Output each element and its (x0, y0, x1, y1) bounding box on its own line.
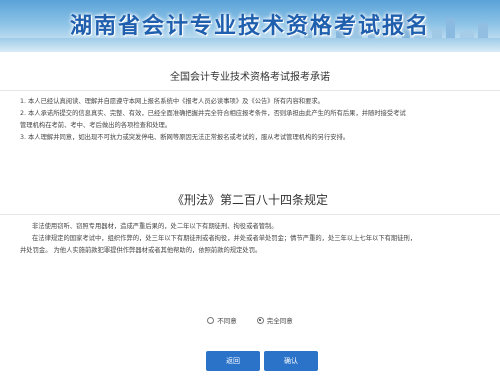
law-line-1: 非法使用窃听、窃照专用器材，造成严重后果的，处二年以下有期徒刑、拘役或者管制。 (32, 223, 278, 230)
pledge-line-4: 3. 本人理解并同意，如出现不可抗力或突发停电、断网等原因无法正常报名或考试的，… (20, 134, 350, 141)
pledge-line-1: 1. 本人已经认真阅读、理解并自愿遵守本网上报名系统中《报考人员必读事项》及《公… (20, 98, 324, 105)
pledge-text: 1. 本人已经认真阅读、理解并自愿遵守本网上报名系统中《报考人员必读事项》及《公… (20, 96, 482, 144)
disagree-label: 不同意 (217, 317, 237, 325)
agree-radio[interactable]: 完全同意 (256, 314, 293, 326)
pledge-heading: 全国会计专业技术资格考试报考承诺 (170, 72, 330, 83)
law-line-3: 并处罚金。 为他人实施前款犯罪提供作弊器材或者其他帮助的，依照前款的规定处罚。 (20, 247, 262, 254)
law-line-2: 在法律规定的国家考试中，组织作弊的，处三年以下有期徒刑或者拘役，并处或者单处罚金… (32, 235, 417, 242)
pledge-divider (0, 90, 500, 91)
agreement-radio-group: 不同意 完全同意 (0, 314, 500, 326)
pledge-line-2: 2. 本人承诺所提交的信息真实、完整、有效，已经全面准确把握并完全符合相应报考条… (20, 110, 406, 117)
confirm-button[interactable]: 确认 (264, 351, 318, 371)
back-button[interactable]: 返回 (206, 351, 260, 371)
agree-radio-circle[interactable] (256, 316, 264, 324)
agree-label: 完全同意 (266, 317, 293, 325)
pledge-line-3: 管理机构在考前、考中、考后做出的各项检查和处理。 (20, 122, 172, 129)
law-divider (0, 214, 500, 215)
disagree-radio-circle[interactable] (207, 316, 215, 324)
header-banner: 湖南省会计专业技术资格考试报名 (0, 0, 500, 52)
page-title: 湖南省会计专业技术资格考试报名 (69, 14, 430, 39)
law-heading: 《刑法》第二百八十四条规定 (171, 193, 328, 207)
water-graphic (0, 38, 500, 52)
law-text: 非法使用窃听、窃照专用器材，造成严重后果的，处二年以下有期徒刑、拘役或者管制。 … (20, 221, 482, 257)
disagree-radio[interactable]: 不同意 (207, 314, 237, 326)
